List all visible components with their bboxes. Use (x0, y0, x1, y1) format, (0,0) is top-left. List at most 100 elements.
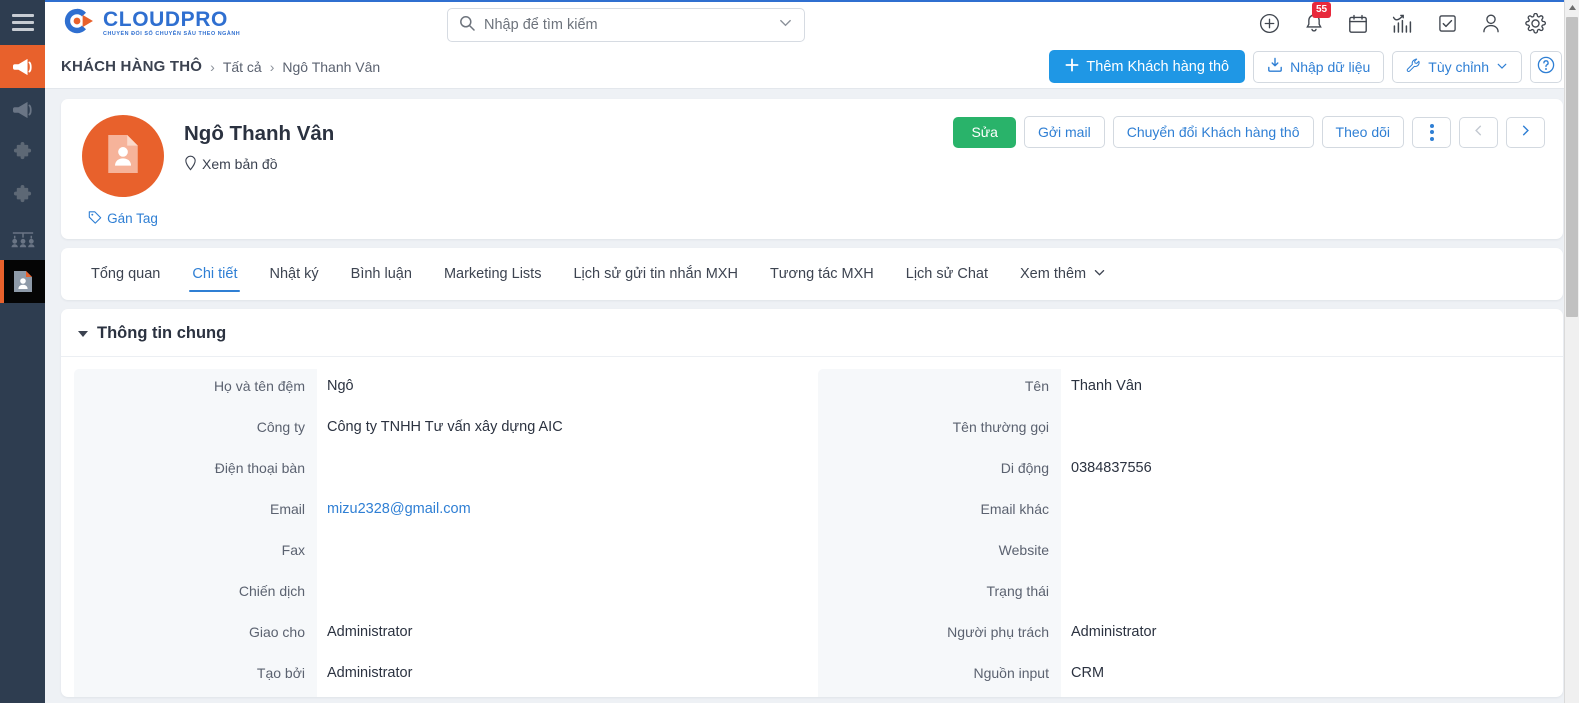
help-button[interactable] (1530, 50, 1562, 83)
field-value[interactable]: CRM (1061, 656, 1539, 697)
tab-lich-su-gui-tin-nhan-mxh[interactable]: Lịch sử gửi tin nhắn MXH (557, 248, 753, 300)
sidebar-item-puzzle-2[interactable] (0, 174, 45, 217)
detail-left-column: Họ và tên đệm Ngô Công ty Công ty TNHH Tư … (61, 369, 812, 697)
next-record-button[interactable] (1506, 116, 1545, 148)
field-row: Chiến dịch (74, 574, 784, 615)
sidebar-item-puzzle-1[interactable] (0, 131, 45, 174)
edit-button[interactable]: Sửa (953, 116, 1016, 148)
page-title: Ngô Thanh Vân (184, 122, 335, 145)
bell-icon[interactable]: 55 (1304, 2, 1332, 34)
scrollbar-up-arrow[interactable] (1565, 0, 1579, 15)
customize-label: Tùy chỉnh (1428, 58, 1489, 75)
breadcrumb-parent[interactable]: Tất cả (223, 59, 262, 75)
section-title: Thông tin chung (97, 324, 227, 342)
field-row: Tên thường gọi (818, 410, 1539, 451)
field-value[interactable]: Administrator (317, 615, 784, 656)
field-row: Fax (74, 533, 784, 574)
chevron-down-icon[interactable] (778, 15, 793, 35)
tab-lich-su-chat[interactable]: Lịch sử Chat (890, 248, 1004, 300)
plus-circle-icon[interactable] (1259, 13, 1280, 34)
more-actions-button[interactable] (1412, 116, 1451, 148)
contact-card-icon (13, 270, 33, 293)
field-label: Trạng thái (818, 574, 1061, 615)
vertical-dots-icon (1429, 123, 1434, 141)
tab-binh-luan[interactable]: Bình luận (335, 248, 428, 300)
avatar[interactable] (82, 115, 164, 197)
app-logo[interactable]: CLOUDPRO CHUYỂN ĐỔI SỐ CHUYÊN SÂU THEO N… (45, 6, 240, 41)
view-map-link[interactable]: Xem bản đồ (184, 155, 278, 174)
field-value[interactable]: Thanh Vân (1061, 369, 1539, 410)
tab-label: Nhật ký (269, 266, 319, 282)
tab-nhat-ky[interactable]: Nhật ký (253, 248, 334, 300)
sidebar-item-contact-active[interactable] (0, 260, 45, 303)
record-avatar-block: Gán Tag (82, 115, 164, 239)
email-link[interactable]: mizu2328@gmail.com (327, 501, 471, 517)
convert-lead-button[interactable]: Chuyển đổi Khách hàng thô (1112, 116, 1314, 148)
breadcrumb-module[interactable]: KHÁCH HÀNG THÔ (61, 58, 202, 75)
chart-icon[interactable] (1392, 14, 1414, 34)
gear-icon[interactable] (1525, 13, 1546, 34)
field-value[interactable] (1061, 533, 1539, 574)
sidebar-item-megaphone-active[interactable] (0, 45, 45, 88)
puzzle-piece-icon (12, 142, 33, 163)
tab-label: Lịch sử Chat (905, 266, 989, 282)
hamburger-icon[interactable] (11, 14, 34, 31)
chevron-down-icon (1496, 59, 1508, 75)
send-mail-button[interactable]: Gởi mail (1023, 116, 1105, 148)
field-value[interactable]: 0384837556 (1061, 451, 1539, 492)
user-icon[interactable] (1481, 13, 1501, 34)
megaphone-active-icon (12, 57, 34, 77)
field-value[interactable] (317, 451, 784, 492)
tab-marketing-lists[interactable]: Marketing Lists (428, 248, 558, 300)
field-value[interactable] (1061, 574, 1539, 615)
field-value[interactable] (1061, 410, 1539, 451)
assign-tag-link[interactable]: Gán Tag (88, 210, 158, 227)
search-icon (459, 15, 475, 36)
record-action-buttons: Sửa Gởi mail Chuyển đổi Khách hàng thô T… (953, 116, 1545, 148)
breadcrumb-bar: KHÁCH HÀNG THÔ › Tất cả › Ngô Thanh Vân … (45, 45, 1579, 89)
field-value[interactable]: Administrator (1061, 615, 1539, 656)
add-lead-button[interactable]: Thêm Khách hàng thô (1049, 50, 1246, 83)
detail-panel: Thông tin chung Họ và tên đệm Ngô Công ty… (61, 309, 1563, 697)
tab-tuong-tac-mxh[interactable]: Tương tác MXH (754, 248, 890, 300)
search-input[interactable] (484, 17, 769, 33)
sidebar-item-megaphone[interactable] (0, 88, 45, 131)
field-value[interactable] (317, 574, 784, 615)
detail-right-column: Tên Thanh Vân Tên thường gọi Di động 03848… (812, 369, 1563, 697)
tab-label: Xem thêm (1020, 266, 1087, 282)
field-label: Nguồn input (818, 656, 1061, 697)
detail-field-grid: Họ và tên đệm Ngô Công ty Công ty TNHH Tư … (61, 357, 1563, 697)
field-value[interactable]: Ngô (317, 369, 784, 410)
customize-button[interactable]: Tùy chỉnh (1392, 50, 1522, 83)
tab-label: Tổng quan (91, 266, 161, 282)
field-value[interactable]: Administrator (317, 656, 784, 697)
calendar-icon[interactable] (1348, 14, 1368, 34)
rail-menu-toggle[interactable] (0, 0, 45, 45)
field-value[interactable] (317, 533, 784, 574)
prev-record-button[interactable] (1459, 116, 1498, 148)
field-row: Trạng thái (818, 574, 1539, 615)
import-data-button[interactable]: Nhập dữ liệu (1253, 50, 1385, 83)
browser-scrollbar[interactable] (1564, 0, 1579, 703)
sidebar-item-team[interactable] (0, 217, 45, 260)
help-question-icon (1537, 56, 1555, 77)
tab-tong-quan[interactable]: Tổng quan (75, 248, 176, 300)
field-label: Chiến dịch (74, 574, 317, 615)
field-value[interactable] (1061, 492, 1539, 533)
tab-chi-tiet[interactable]: Chi tiết (176, 248, 253, 300)
follow-button[interactable]: Theo dõi (1321, 116, 1404, 148)
content-scroll-area[interactable]: Gán Tag Ngô Thanh Vân Xem bản đồ Sửa Gởi… (45, 89, 1579, 703)
tab-xem-them[interactable]: Xem thêm (1004, 248, 1122, 300)
scrollbar-thumb[interactable] (1566, 17, 1578, 317)
section-header-thong-tin-chung[interactable]: Thông tin chung (61, 309, 1563, 357)
map-pin-icon (184, 155, 197, 174)
left-rail (0, 0, 45, 703)
field-value: mizu2328@gmail.com (317, 492, 784, 533)
field-value[interactable]: Công ty TNHH Tư vấn xây dựng AIC (317, 410, 784, 451)
task-check-icon[interactable] (1438, 14, 1457, 33)
notification-badge: 55 (1312, 2, 1332, 18)
global-search[interactable] (447, 8, 805, 42)
page-action-buttons: Thêm Khách hàng thô Nhập dữ liệu Tùy chỉ… (1049, 50, 1562, 83)
tab-label: Bình luận (350, 266, 412, 282)
tab-label: Marketing Lists (443, 266, 542, 282)
